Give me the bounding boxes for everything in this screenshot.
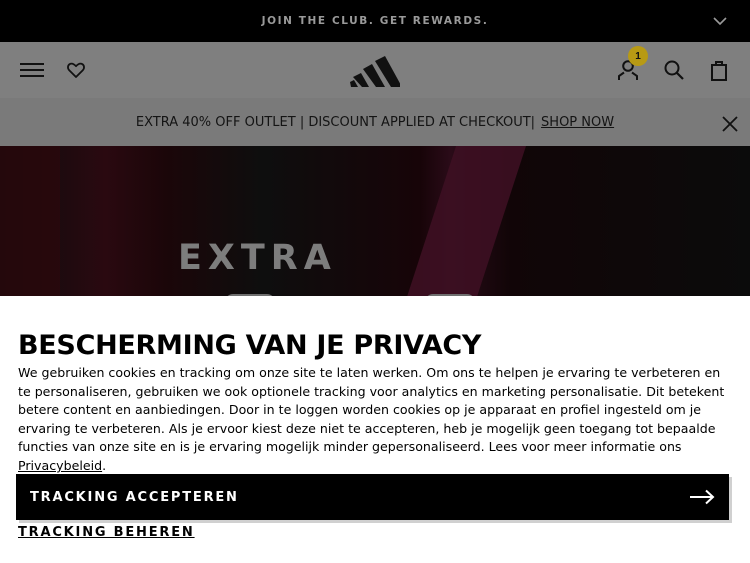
hero-glow-left	[0, 146, 60, 296]
site-header: 1	[0, 42, 750, 98]
top-promo-bar[interactable]: JOIN THE CLUB. GET REWARDS.	[0, 0, 750, 42]
heart-icon[interactable]	[66, 60, 86, 80]
search-icon[interactable]	[662, 58, 686, 82]
accept-tracking-label: TRACKING ACCEPTEREN	[30, 489, 239, 505]
outlet-banner-text: EXTRA 40% OFF OUTLET | DISCOUNT APPLIED …	[135, 114, 536, 130]
privacy-body-end: .	[102, 457, 107, 473]
privacy-modal: BESCHERMING VAN JE PRIVACY We gebruiken …	[0, 296, 750, 563]
privacy-body-text: We gebruiken cookies en tracking om onze…	[18, 365, 725, 455]
manage-tracking-link[interactable]: TRACKING BEHEREN	[18, 525, 195, 540]
chevron-down-icon[interactable]	[712, 13, 728, 29]
accept-tracking-button[interactable]: TRACKING ACCEPTEREN	[16, 474, 729, 520]
account-badge: 1	[628, 46, 648, 66]
privacy-policy-link[interactable]: Privacybeleid	[18, 458, 102, 473]
outlet-banner: EXTRA 40% OFF OUTLET | DISCOUNT APPLIED …	[0, 98, 750, 146]
bag-icon[interactable]	[707, 58, 731, 82]
top-promo-text[interactable]: JOIN THE CLUB. GET REWARDS.	[262, 15, 489, 27]
arrow-right-icon	[690, 489, 715, 505]
adidas-logo[interactable]	[350, 55, 400, 87]
shop-now-link[interactable]: SHOP NOW	[541, 115, 614, 130]
hero-banner[interactable]: EXTRA	[0, 146, 750, 296]
menu-icon[interactable]	[20, 61, 44, 79]
hero-glow-streak	[400, 146, 530, 296]
hero-headline: EXTRA	[178, 238, 337, 278]
close-icon[interactable]	[722, 116, 738, 132]
privacy-title: BESCHERMING VAN JE PRIVACY	[18, 330, 482, 361]
privacy-body: We gebruiken cookies en tracking om onze…	[18, 364, 730, 476]
